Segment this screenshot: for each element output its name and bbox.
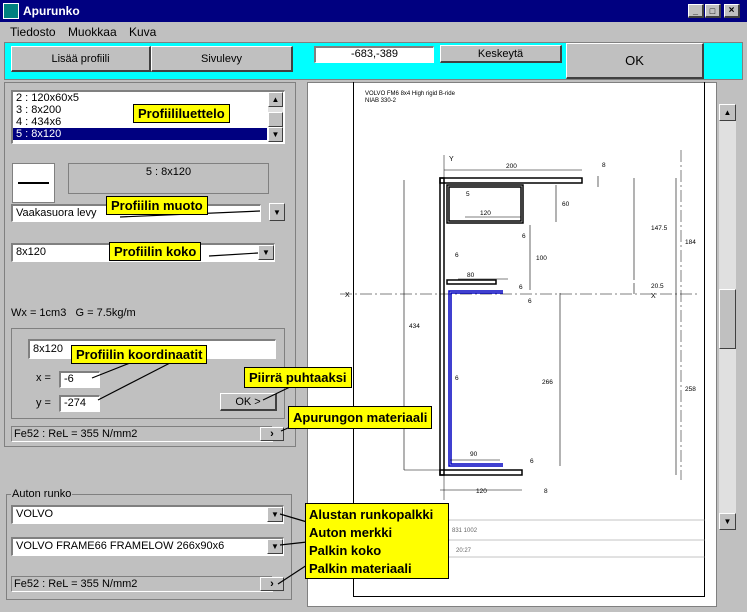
callout-profile-list: Profiililuettelo xyxy=(133,104,230,123)
callout-subframe-material: Apurungon materiaali xyxy=(288,406,433,429)
callout-profile-size: Profiilin koko xyxy=(109,242,202,261)
callout-chassis-line: Palkin koko xyxy=(309,543,382,558)
callout-chassis-line: Auton merkki xyxy=(309,525,393,540)
callout-profile-shape: Profiilin muoto xyxy=(106,196,208,215)
callout-chassis-line: Palkin materiaali xyxy=(309,561,412,576)
callout-chassis-line: Alustan runkopalkki xyxy=(309,507,434,522)
callout-profile-coords: Profiilin koordinaatit xyxy=(71,345,208,364)
callout-chassis: Alustan runkopalkki Auton merkki Palkin … xyxy=(305,503,449,579)
callout-draw-clean: Piirrä puhtaaksi xyxy=(244,367,352,388)
